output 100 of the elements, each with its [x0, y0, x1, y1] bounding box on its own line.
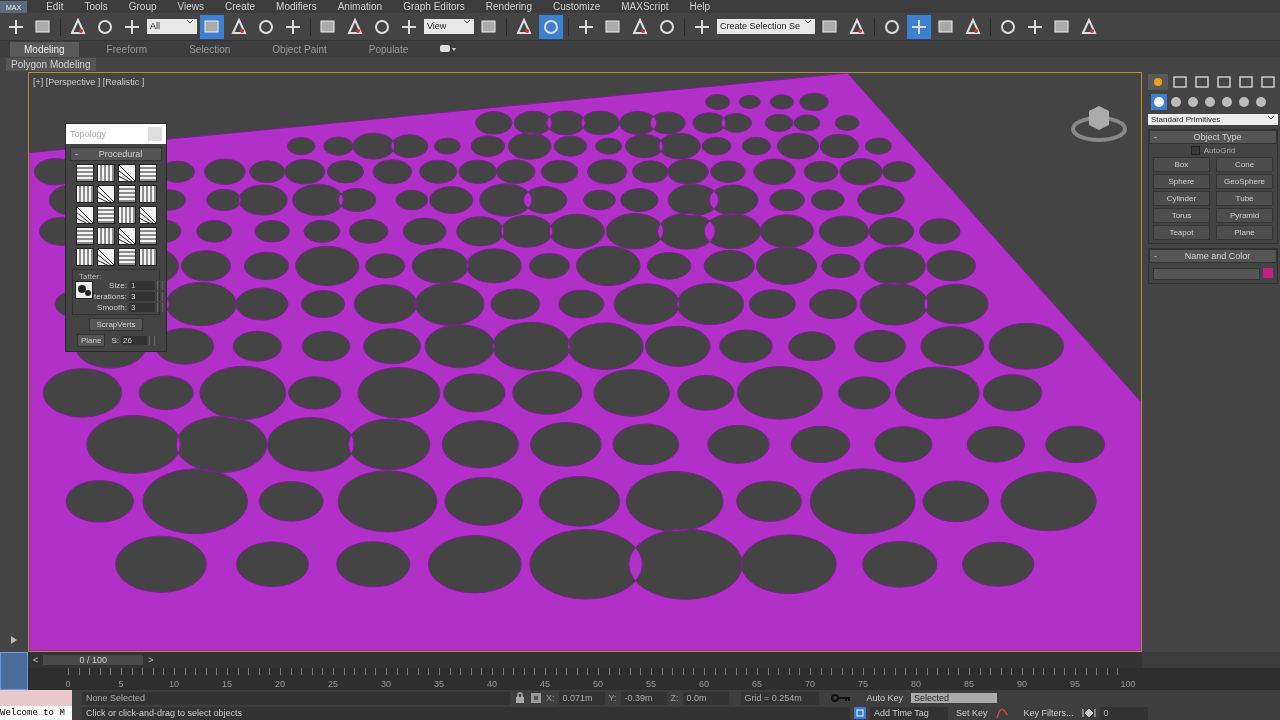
time-tag-icon[interactable]: [854, 707, 866, 719]
category-dropdown[interactable]: Standard Primitives: [1148, 114, 1278, 125]
tile-pattern-icon[interactable]: [75, 248, 94, 266]
tile-pattern-icon[interactable]: [96, 227, 115, 245]
toolbar-dropdown[interactable]: All: [147, 19, 197, 34]
primitive-button[interactable]: Pyramid: [1216, 208, 1274, 223]
tile-pattern-icon[interactable]: [138, 164, 157, 182]
previous-frame-button[interactable]: <: [30, 655, 42, 665]
collapse-toggle[interactable]: -: [1154, 251, 1157, 261]
primitive-button[interactable]: GeoSphere: [1216, 174, 1274, 189]
x-coordinate-field[interactable]: 0.071m: [558, 691, 605, 705]
tile-pattern-icon[interactable]: [96, 206, 115, 224]
ribbon-tab[interactable]: Selection: [175, 41, 245, 57]
tatter-pattern-icon[interactable]: [75, 281, 93, 299]
rollout-header[interactable]: - Procedural: [70, 147, 162, 161]
tile-pattern-icon[interactable]: [117, 227, 136, 245]
menu-item[interactable]: Create: [216, 1, 265, 12]
ribbon-tab[interactable]: Object Paint: [258, 41, 341, 57]
spinner-field[interactable]: 26: [121, 336, 147, 345]
set-key-button[interactable]: Set Key: [952, 708, 992, 718]
menu-item[interactable]: Tools: [75, 1, 117, 12]
menu-item[interactable]: Group: [119, 1, 166, 12]
tile-pattern-icon[interactable]: [117, 164, 136, 182]
toolbar-dropdown[interactable]: Create Selection Se: [717, 19, 816, 34]
viewport-label[interactable]: [+] [Perspective ] [Realistic ]: [33, 77, 145, 87]
tile-pattern-icon[interactable]: [138, 227, 157, 245]
key-filters-button[interactable]: Key Filters...: [1019, 708, 1078, 718]
menu-item[interactable]: Customize: [544, 1, 610, 12]
rollout-header[interactable]: - Name and Color: [1149, 249, 1277, 263]
primitive-button[interactable]: Cylinder: [1152, 191, 1210, 206]
ribbon-panel-label[interactable]: Polygon Modeling: [6, 58, 96, 71]
checkbox[interactable]: [1190, 146, 1200, 155]
primitive-button[interactable]: Cone: [1216, 157, 1274, 172]
tile-pattern-icon[interactable]: [138, 185, 157, 203]
lock-icon[interactable]: [514, 692, 526, 704]
toolbar-dropdown[interactable]: View: [424, 19, 474, 34]
spinner-field[interactable]: 3: [128, 303, 155, 312]
tile-pattern-icon[interactable]: [117, 206, 136, 224]
chevron-down-icon: [463, 19, 471, 24]
tile-pattern-icon[interactable]: [96, 185, 115, 203]
play-triangle-icon[interactable]: [10, 636, 18, 644]
tile-pattern-icon[interactable]: [75, 164, 94, 182]
tile-pattern-icon[interactable]: [75, 185, 94, 203]
group-label: Tatter:: [79, 272, 103, 281]
tile-pattern-icon[interactable]: [96, 164, 115, 182]
viewport[interactable]: [+] [Perspective ] [Realistic ] Topology - Procedural Tatter: Size: 1 terations: 3 Smooth: 3 ScrapVerts Plane S: 26: [28, 72, 1142, 652]
menu-item[interactable]: Edit: [37, 1, 73, 12]
spinner-field[interactable]: 1: [128, 281, 155, 290]
tile-pattern-icon[interactable]: [117, 248, 136, 266]
tile-pattern-icon[interactable]: [138, 248, 157, 266]
status-prompt: Click or click-and-drag to select objects: [82, 706, 850, 720]
primitive-button[interactable]: Teapot: [1152, 225, 1210, 240]
spinner-field[interactable]: 3: [128, 292, 155, 301]
absolute-mode-icon[interactable]: [530, 692, 542, 704]
tile-pattern-icon[interactable]: [117, 185, 136, 203]
key-curve-icon[interactable]: [995, 707, 1008, 719]
menu-item[interactable]: Help: [680, 1, 720, 12]
primitive-button[interactable]: Box: [1152, 157, 1210, 172]
rollout-title: Name and Color: [1183, 251, 1252, 261]
sun-icon[interactable]: [1148, 74, 1168, 90]
frame-number: 60: [698, 679, 710, 690]
menu-item[interactable]: Rendering: [476, 1, 541, 12]
primitive-button[interactable]: Plane: [1216, 225, 1274, 240]
tile-pattern-icon[interactable]: [138, 206, 157, 224]
menu-item[interactable]: Graph Editors: [394, 1, 474, 12]
rollout-header[interactable]: - Object Type: [1149, 130, 1277, 144]
ribbon-tab[interactable]: Populate: [354, 41, 423, 57]
current-frame-field[interactable]: 0: [1099, 706, 1148, 720]
tile-pattern-icon[interactable]: [75, 206, 94, 224]
plane-button[interactable]: Plane: [77, 334, 106, 347]
color-swatch[interactable]: [1263, 268, 1274, 278]
name-field[interactable]: [1152, 268, 1261, 280]
tile-pattern-icon[interactable]: [96, 248, 115, 266]
key-mode-dropdown[interactable]: Selected: [911, 693, 998, 703]
menu-item[interactable]: MAXScript: [612, 1, 678, 12]
ribbon-options-icon[interactable]: [440, 45, 457, 53]
y-coordinate-field[interactable]: -0.39m: [620, 691, 667, 705]
field-label: X:: [546, 693, 555, 703]
add-time-tag-field[interactable]: Add Time Tag: [870, 706, 948, 720]
collapse-toggle[interactable]: -: [1154, 132, 1157, 142]
z-coordinate-field[interactable]: 0.0m: [682, 691, 729, 705]
menu-item[interactable]: Views: [168, 1, 214, 12]
menu-item[interactable]: Animation: [328, 1, 392, 12]
primitive-button[interactable]: Tube: [1216, 191, 1274, 206]
mini-curve-toggle[interactable]: [0, 652, 28, 690]
ribbon-tab[interactable]: Modeling: [10, 41, 79, 57]
listener-input[interactable]: [0, 690, 72, 706]
frame-number: 25: [327, 679, 339, 690]
menu-item[interactable]: Modifiers: [267, 1, 326, 12]
time-slider-thumb[interactable]: 0 / 100: [43, 655, 144, 665]
chevron-down-icon: [186, 19, 194, 24]
auto-key-button[interactable]: Auto Key: [862, 693, 908, 703]
frame-navigation-icon[interactable]: [1081, 708, 1096, 718]
ribbon-tab[interactable]: Freeform: [92, 41, 162, 57]
frame-number: 50: [592, 679, 604, 690]
tile-pattern-icon[interactable]: [75, 227, 94, 245]
primitive-button[interactable]: Sphere: [1152, 174, 1210, 189]
scrapverts-button[interactable]: ScrapVerts: [89, 318, 143, 331]
primitive-button[interactable]: Torus: [1152, 208, 1210, 223]
next-frame-button[interactable]: >: [145, 655, 157, 665]
